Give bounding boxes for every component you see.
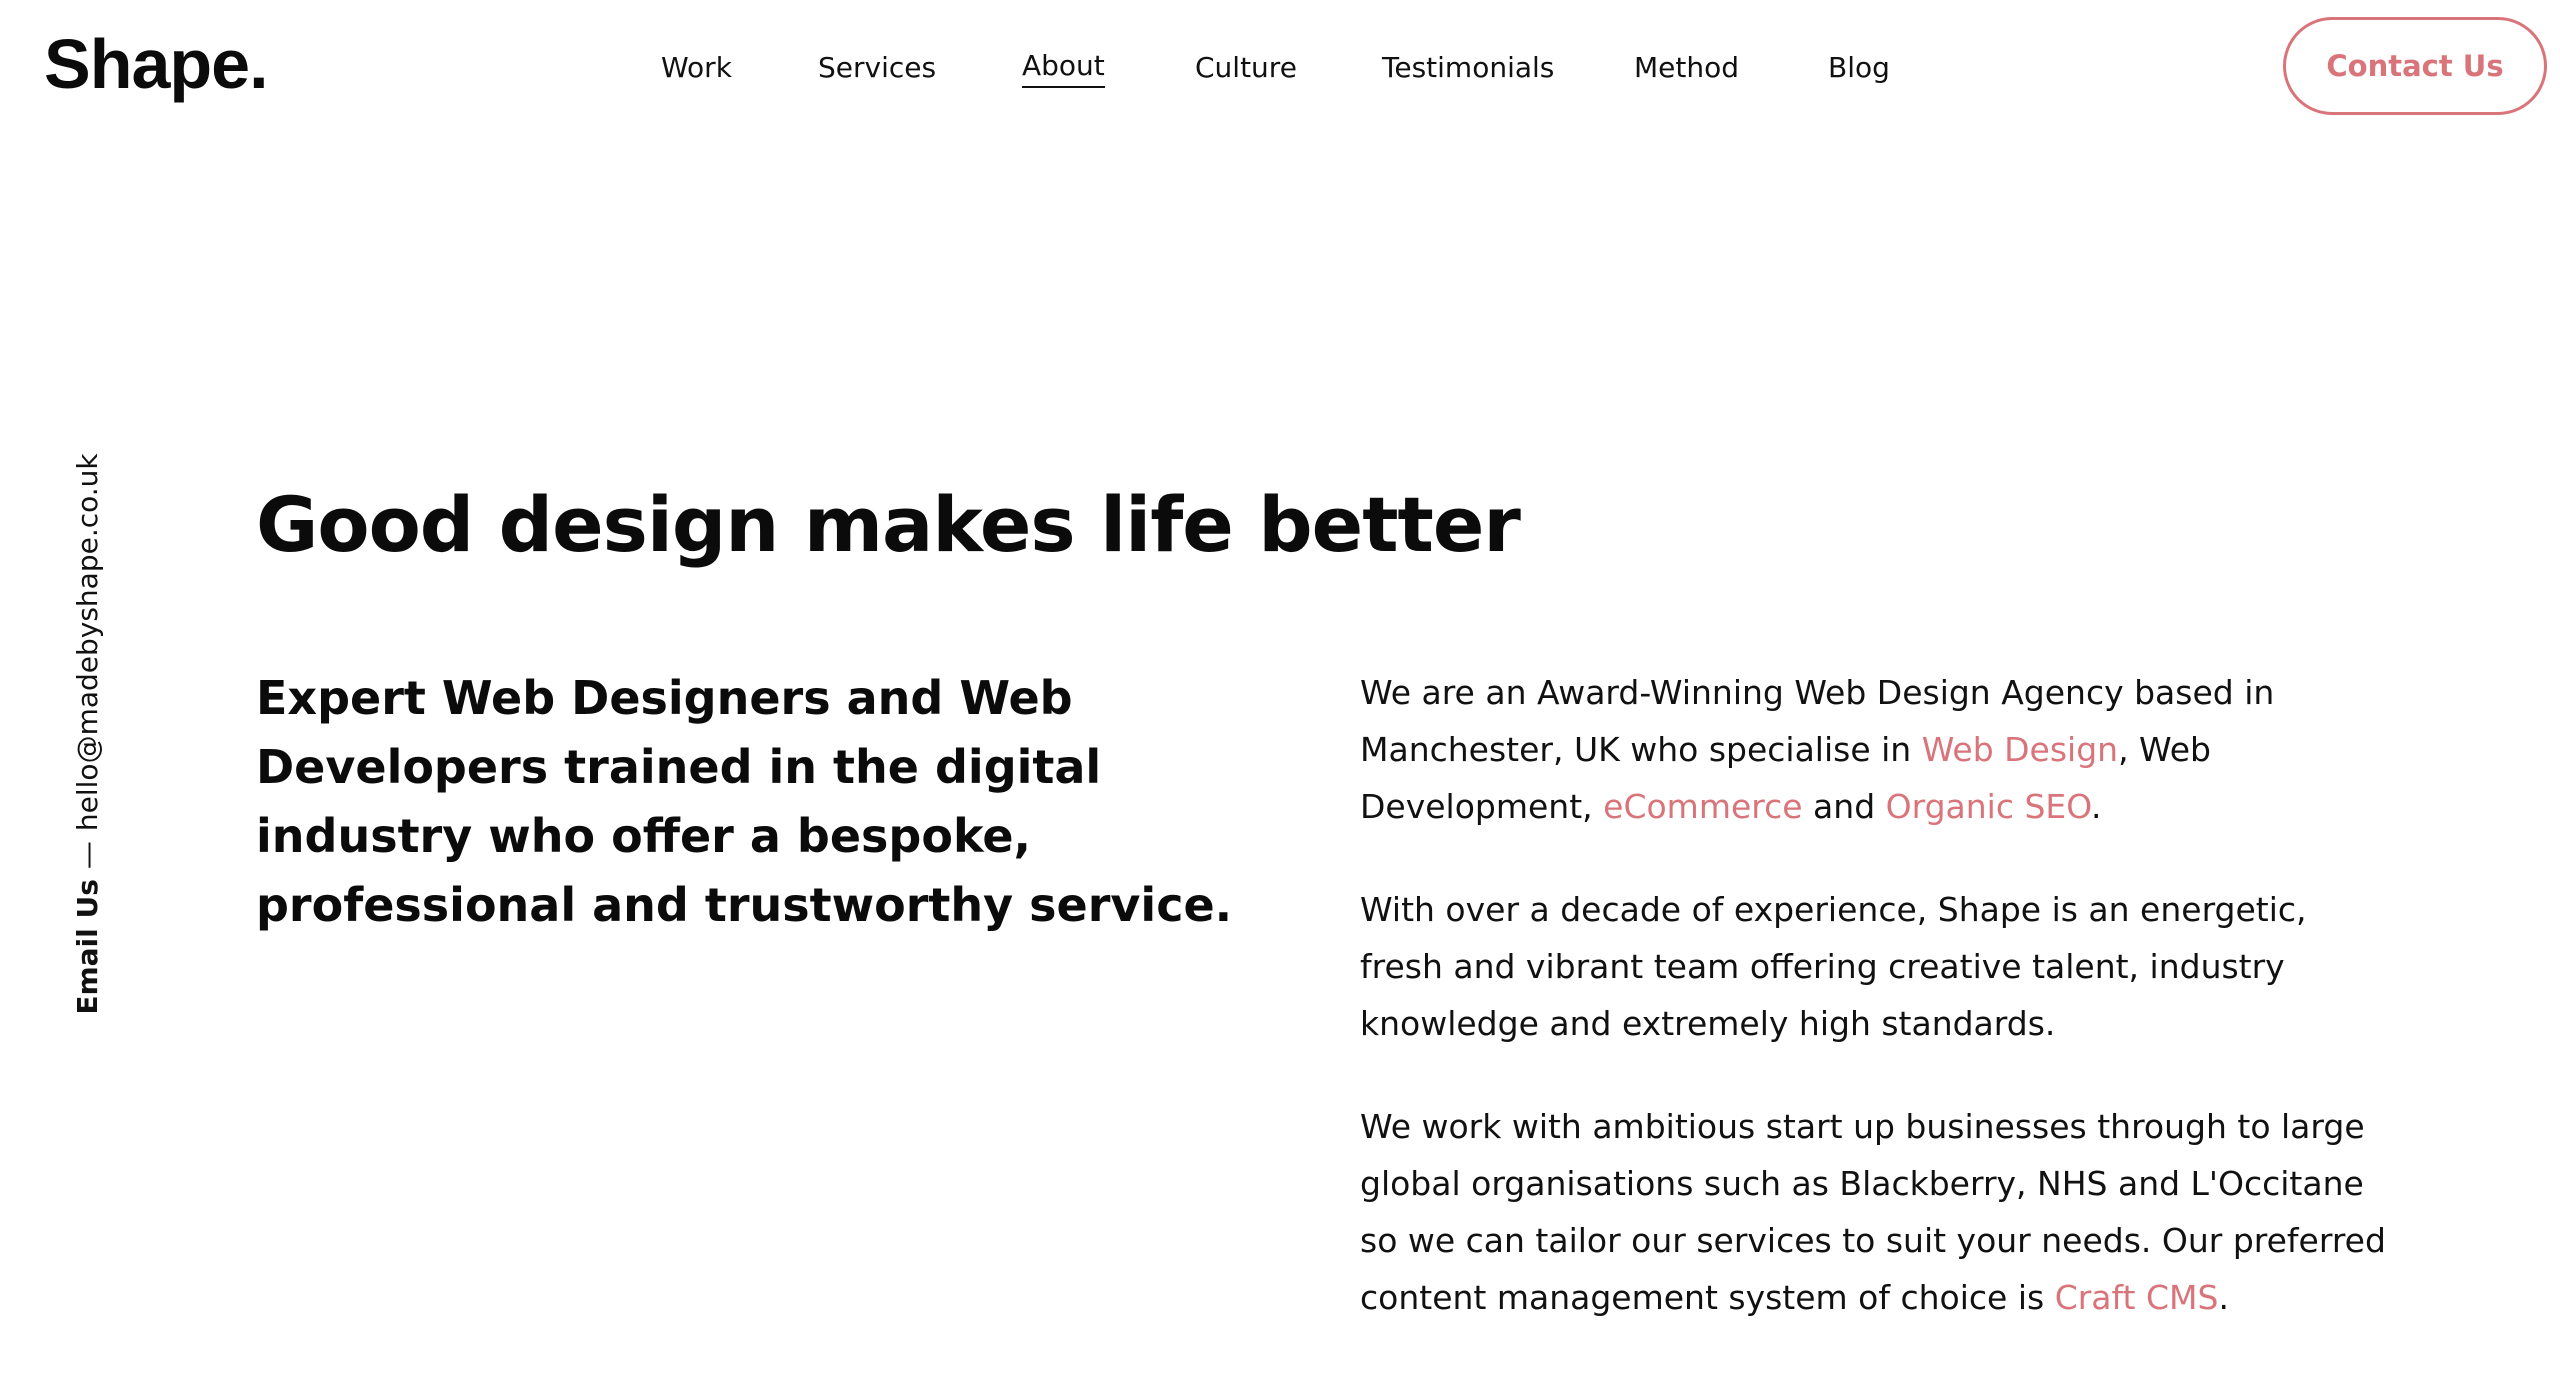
paragraph-experience: With over a decade of experience, Shape … (1360, 890, 2307, 1043)
web-design-link[interactable]: Web Design (1922, 730, 2118, 769)
contact-us-button[interactable]: Contact Us (2283, 17, 2547, 115)
ecommerce-link[interactable]: eCommerce (1603, 787, 1802, 826)
nav-item-about[interactable]: About (1022, 46, 1105, 88)
paragraph-text: . (2090, 787, 2102, 826)
nav-item-method[interactable]: Method (1634, 46, 1739, 90)
email-separator: — (71, 841, 104, 870)
nav-item-culture[interactable]: Culture (1195, 46, 1297, 90)
organic-seo-link[interactable]: Organic SEO (1886, 787, 2091, 826)
paragraph-text: and (1802, 787, 1886, 826)
nav-item-testimonials[interactable]: Testimonials (1382, 46, 1554, 90)
email-address-link[interactable]: hello@madebyshape.co.uk (71, 453, 104, 831)
page-headline: Good design makes life better (256, 480, 1521, 569)
paragraph-text: We work with ambitious start up business… (1360, 1107, 2386, 1317)
nav-item-services[interactable]: Services (818, 46, 936, 90)
paragraph-text: . (2218, 1278, 2229, 1317)
nav-item-work[interactable]: Work (661, 46, 732, 90)
craft-cms-link[interactable]: Craft CMS (2055, 1278, 2219, 1317)
email-us-label: Email Us (71, 879, 104, 1015)
about-body-copy: We are an Award-Winning Web Design Agenc… (1360, 664, 2390, 1372)
side-email-link[interactable]: Email Us — hello@madebyshape.co.uk (70, 453, 106, 1014)
main-nav: Work Services About Culture Testimonials… (0, 46, 2560, 90)
paragraph-agency: We are an Award-Winning Web Design Agenc… (1360, 664, 2390, 835)
nav-item-blog[interactable]: Blog (1828, 46, 1890, 90)
paragraph-clients: We work with ambitious start up business… (1360, 1098, 2390, 1326)
intro-subheading: Expert Web Designers and Web Developers … (256, 671, 1233, 932)
